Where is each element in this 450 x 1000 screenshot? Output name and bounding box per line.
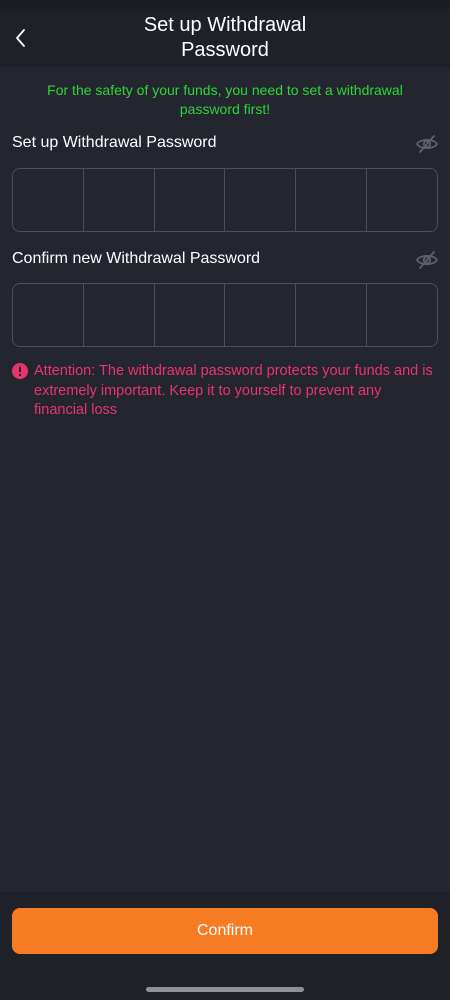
withdrawal-password-input[interactable] — [12, 168, 438, 232]
confirm-button[interactable]: Confirm — [12, 908, 438, 954]
withdrawal-password-label: Set up Withdrawal Password — [12, 134, 217, 151]
password-visibility-toggle[interactable] — [414, 133, 440, 155]
pin-digit-cell[interactable] — [13, 284, 84, 346]
pin-digit-cell[interactable] — [84, 284, 155, 346]
header-bar: Set up Withdrawal Password — [0, 9, 450, 67]
pin-digit-cell[interactable] — [155, 169, 226, 231]
confirm-password-label: Confirm new Withdrawal Password — [12, 250, 261, 267]
page-title-line-1: Set up Withdrawal — [143, 14, 307, 36]
pin-digit-cell[interactable] — [225, 284, 297, 346]
status-bar — [0, 0, 450, 9]
eye-off-icon — [415, 135, 439, 153]
safety-notice: For the safety of your funds, you need t… — [47, 82, 403, 117]
chevron-left-icon — [16, 29, 25, 47]
pin-digit-cell[interactable] — [367, 169, 437, 231]
eye-off-icon — [415, 251, 439, 269]
screen: Set up Withdrawal Password For the safet… — [0, 0, 450, 1000]
pin-digit-cell[interactable] — [13, 169, 84, 231]
confirm-visibility-toggle[interactable] — [414, 249, 440, 271]
warning-text: Attention: The withdrawal password prote… — [34, 363, 433, 418]
pin-digit-cell[interactable] — [225, 169, 297, 231]
pin-digit-cell[interactable] — [367, 284, 437, 346]
back-button[interactable] — [6, 21, 36, 55]
home-indicator — [146, 987, 304, 992]
pin-digit-cell[interactable] — [84, 169, 155, 231]
confirm-password-input[interactable] — [12, 283, 438, 347]
alert-circle-icon — [12, 363, 28, 379]
page-title: Set up Withdrawal Password — [90, 13, 360, 63]
pin-digit-cell[interactable] — [296, 169, 368, 231]
pin-digit-cell[interactable] — [296, 284, 368, 346]
pin-digit-cell[interactable] — [155, 284, 226, 346]
attention-warning: Attention: The withdrawal password prote… — [12, 362, 438, 421]
page-title-line-2: Password — [181, 39, 269, 61]
